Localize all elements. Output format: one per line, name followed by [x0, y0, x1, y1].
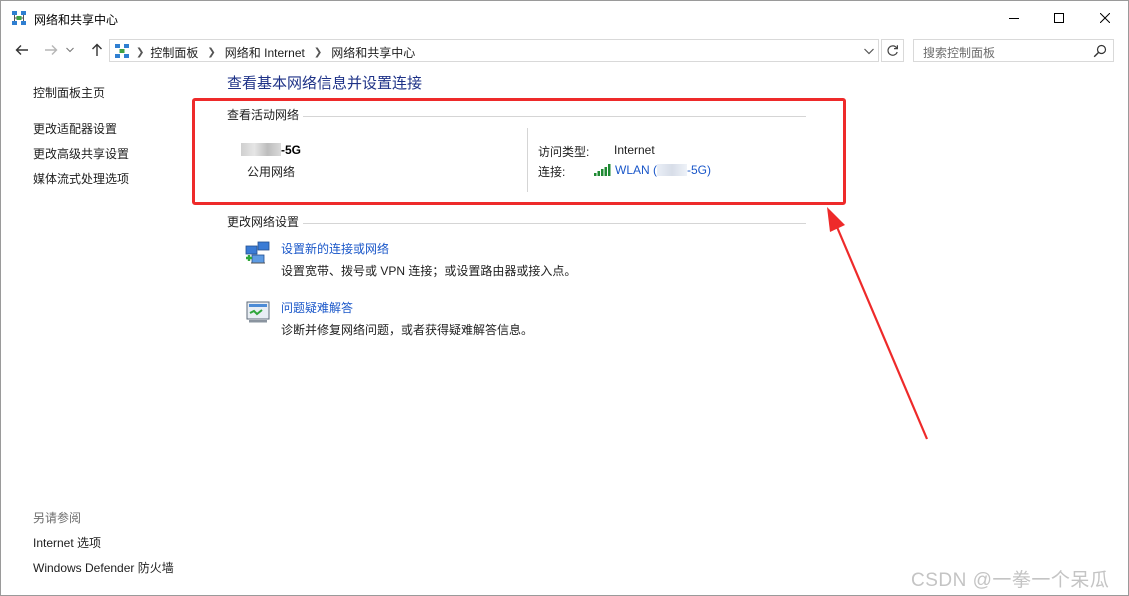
arrow-left-icon	[15, 45, 28, 55]
annotation-arrow	[827, 207, 929, 440]
title-bar: 网络和共享中心	[1, 1, 1128, 35]
breadcrumb-network-sharing-center[interactable]: 网络和共享中心	[331, 44, 415, 61]
new-connection-icon	[245, 241, 270, 264]
see-also-heading: 另请参阅	[33, 511, 82, 525]
setup-new-connection-link[interactable]: 设置新的连接或网络	[281, 240, 389, 257]
navigation-bar: ❯ 控制面板 ❯ 网络和 Internet ❯ 网络和共享中心 搜索控制面板	[1, 35, 1128, 65]
chevron-down-icon	[66, 47, 74, 53]
media-streaming-options-link[interactable]: 媒体流式处理选项	[33, 170, 129, 187]
troubleshoot-link[interactable]: 问题疑难解答	[281, 299, 353, 316]
back-button[interactable]	[12, 40, 32, 60]
network-icon	[12, 11, 26, 25]
change-adapter-settings-link[interactable]: 更改适配器设置	[33, 120, 117, 137]
chevron-right-icon[interactable]: ❯	[207, 47, 215, 58]
arrow-up-icon	[92, 43, 102, 56]
network-sharing-center-window: 网络和共享中心 ❯ 控制面板 ❯ 网络和 Internet ❯ 网络和共享中心 …	[0, 0, 1129, 596]
network-icon	[115, 44, 129, 58]
refresh-icon	[887, 45, 898, 56]
page-title: 查看基本网络信息并设置连接	[227, 75, 423, 92]
annotation-highlight-box	[192, 98, 846, 205]
close-icon	[1100, 13, 1110, 23]
refresh-button[interactable]	[881, 39, 904, 62]
search-input[interactable]: 搜索控制面板	[923, 44, 995, 61]
breadcrumb-control-panel[interactable]: 控制面板	[150, 44, 198, 61]
control-panel-home-link[interactable]: 控制面板主页	[33, 84, 105, 101]
arrow-right-icon	[45, 45, 58, 55]
change-network-settings-heading: 更改网络设置	[227, 215, 300, 229]
internet-options-link[interactable]: Internet 选项	[33, 534, 101, 551]
forward-button[interactable]	[41, 40, 61, 60]
breadcrumb-network-internet[interactable]: 网络和 Internet	[225, 44, 305, 61]
chevron-down-icon	[864, 48, 874, 54]
change-advanced-sharing-link[interactable]: 更改高级共享设置	[33, 145, 129, 162]
watermark: CSDN @一拳一个呆瓜	[911, 570, 1110, 591]
windows-defender-firewall-link[interactable]: Windows Defender 防火墙	[33, 559, 174, 576]
chevron-right-icon[interactable]: ❯	[136, 47, 144, 58]
maximize-button[interactable]	[1036, 1, 1082, 35]
close-button[interactable]	[1082, 1, 1128, 35]
chevron-right-icon[interactable]: ❯	[314, 47, 322, 58]
window-title: 网络和共享中心	[34, 13, 119, 27]
up-button[interactable]	[87, 40, 107, 60]
search-icon[interactable]	[1093, 44, 1107, 58]
address-history-button[interactable]	[862, 44, 876, 58]
address-bar[interactable]: ❯ 控制面板 ❯ 网络和 Internet ❯ 网络和共享中心	[109, 39, 879, 62]
section-divider	[303, 223, 806, 224]
maximize-icon	[1054, 13, 1064, 23]
setup-new-connection-description: 设置宽带、拨号或 VPN 连接；或设置路由器或接入点。	[281, 264, 577, 278]
breadcrumb: ❯ 控制面板 ❯ 网络和 Internet ❯ 网络和共享中心	[136, 44, 415, 61]
minimize-icon	[1009, 18, 1019, 19]
minimize-button[interactable]	[991, 1, 1037, 35]
troubleshoot-description: 诊断并修复网络问题，或者获得疑难解答信息。	[281, 323, 534, 337]
troubleshoot-icon	[246, 301, 270, 323]
search-box[interactable]: 搜索控制面板	[913, 39, 1114, 62]
recent-locations-button[interactable]	[64, 40, 76, 60]
